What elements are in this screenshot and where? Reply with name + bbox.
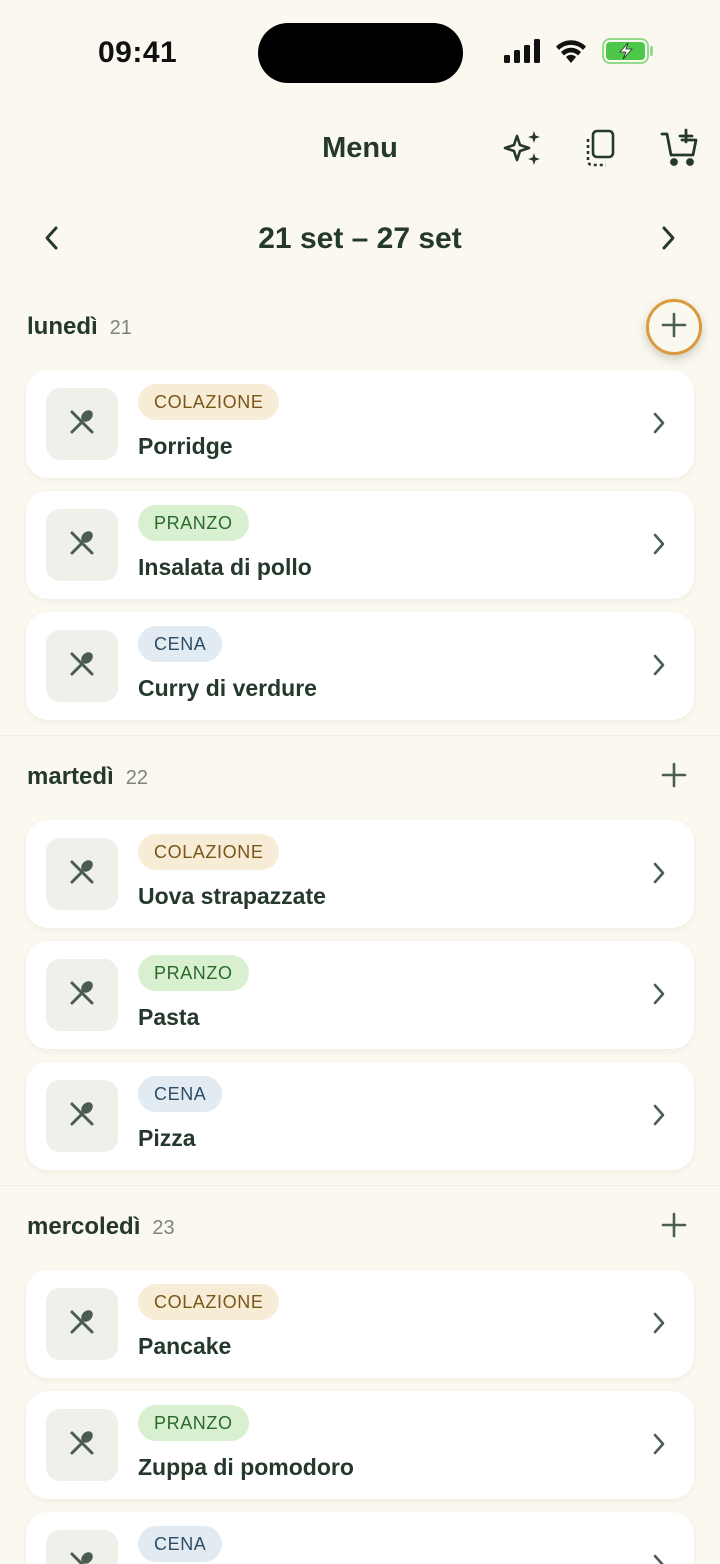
day-label: martedì 22 xyxy=(27,763,148,791)
meal-name: Uova strapazzate xyxy=(138,883,326,909)
utensils-icon xyxy=(67,1428,97,1463)
shopping-list-button[interactable] xyxy=(656,126,704,174)
status-time: 09:41 xyxy=(98,36,178,69)
copy-icon xyxy=(583,128,619,173)
meal-card[interactable]: COLAZIONE Uova strapazzate xyxy=(26,820,694,928)
day-header-lunedi: lunedì 21 xyxy=(0,299,720,355)
meal-type-badge: PRANZO xyxy=(138,1405,249,1441)
plus-icon xyxy=(660,311,688,344)
utensils-icon xyxy=(67,649,97,684)
day-name: martedì xyxy=(27,763,114,790)
day-divider xyxy=(0,735,720,736)
day-header-mercoledi: mercoledì 23 xyxy=(0,1199,720,1255)
chevron-right-icon xyxy=(644,858,674,888)
utensils-icon xyxy=(67,978,97,1013)
week-navigator: 21 set – 27 set xyxy=(0,214,720,266)
meal-name: Porridge xyxy=(138,433,233,459)
meal-type-badge: PRANZO xyxy=(138,955,249,991)
add-meal-button[interactable] xyxy=(646,1199,702,1255)
day-number: 23 xyxy=(152,1217,175,1239)
chevron-right-icon xyxy=(658,225,678,256)
screen: 09:41 Menu 21 set – 27 set lunedì 21 COL… xyxy=(0,0,720,1564)
meal-type-badge: CENA xyxy=(138,626,223,662)
chevron-right-icon xyxy=(644,529,674,559)
chevron-right-icon xyxy=(644,650,674,680)
plus-icon xyxy=(660,1211,688,1244)
meal-thumbnail xyxy=(46,1409,118,1481)
day-label: mercoledì 23 xyxy=(27,1213,175,1241)
cellular-signal-icon xyxy=(504,39,540,68)
wifi-icon xyxy=(554,38,588,69)
utensils-icon xyxy=(67,857,97,892)
meal-name: Pancake xyxy=(138,1333,232,1359)
meal-type-badge: COLAZIONE xyxy=(138,384,280,420)
meal-type-badge: COLAZIONE xyxy=(138,1284,280,1320)
day-number: 21 xyxy=(109,317,132,339)
day-name: mercoledì xyxy=(27,1213,141,1240)
meal-name: Curry di verdure xyxy=(138,675,317,701)
meal-card[interactable]: COLAZIONE Pancake xyxy=(26,1270,694,1378)
meal-thumbnail xyxy=(46,630,118,702)
utensils-icon xyxy=(67,407,97,442)
status-icons xyxy=(504,38,654,69)
chevron-right-icon xyxy=(644,1308,674,1338)
week-range-label: 21 set – 27 set xyxy=(258,222,462,255)
utensils-icon xyxy=(67,528,97,563)
day-name: lunedì xyxy=(27,313,98,340)
meal-type-badge: CENA xyxy=(138,1526,223,1562)
meal-type-badge: PRANZO xyxy=(138,505,249,541)
meal-card[interactable]: CENA xyxy=(26,1512,694,1564)
meal-card[interactable]: PRANZO Pasta xyxy=(26,941,694,1049)
day-number: 22 xyxy=(125,767,148,789)
chevron-right-icon xyxy=(644,1550,674,1564)
ai-generate-button[interactable] xyxy=(499,126,547,174)
utensils-icon xyxy=(67,1307,97,1342)
utensils-icon xyxy=(67,1549,97,1564)
day-divider xyxy=(0,1185,720,1186)
chevron-right-icon xyxy=(644,408,674,438)
meal-card[interactable]: PRANZO Insalata di pollo xyxy=(26,491,694,599)
copy-week-button[interactable] xyxy=(577,126,625,174)
meal-thumbnail xyxy=(46,509,118,581)
meal-thumbnail xyxy=(46,1530,118,1564)
day-header-martedi: martedì 22 xyxy=(0,749,720,805)
meal-card[interactable]: CENA Pizza xyxy=(26,1062,694,1170)
utensils-icon xyxy=(67,1099,97,1134)
meal-thumbnail xyxy=(46,838,118,910)
meal-card[interactable]: CENA Curry di verdure xyxy=(26,612,694,720)
meal-thumbnail xyxy=(46,1288,118,1360)
meal-type-badge: CENA xyxy=(138,1076,223,1112)
battery-icon xyxy=(602,38,654,69)
sparkles-icon xyxy=(503,128,543,173)
meal-name: Zuppa di pomodoro xyxy=(138,1454,354,1480)
chevron-right-icon xyxy=(644,979,674,1009)
meal-thumbnail xyxy=(46,388,118,460)
chevron-right-icon xyxy=(644,1100,674,1130)
add-to-cart-icon xyxy=(660,128,700,173)
meal-name: Pizza xyxy=(138,1125,196,1151)
dynamic-island xyxy=(258,23,463,83)
meal-thumbnail xyxy=(46,959,118,1031)
add-meal-button[interactable] xyxy=(646,749,702,805)
chevron-right-icon xyxy=(644,1429,674,1459)
meal-name: Pasta xyxy=(138,1004,200,1030)
plus-icon xyxy=(660,761,688,794)
add-meal-button[interactable] xyxy=(646,299,702,355)
meal-type-badge: COLAZIONE xyxy=(138,834,280,870)
meal-name: Insalata di pollo xyxy=(138,554,312,580)
meal-card[interactable]: PRANZO Zuppa di pomodoro xyxy=(26,1391,694,1499)
app-header: Menu xyxy=(0,118,720,182)
day-label: lunedì 21 xyxy=(27,313,132,341)
next-week-button[interactable] xyxy=(646,218,690,262)
status-bar: 09:41 xyxy=(0,0,720,100)
meal-thumbnail xyxy=(46,1080,118,1152)
meal-card[interactable]: COLAZIONE Porridge xyxy=(26,370,694,478)
